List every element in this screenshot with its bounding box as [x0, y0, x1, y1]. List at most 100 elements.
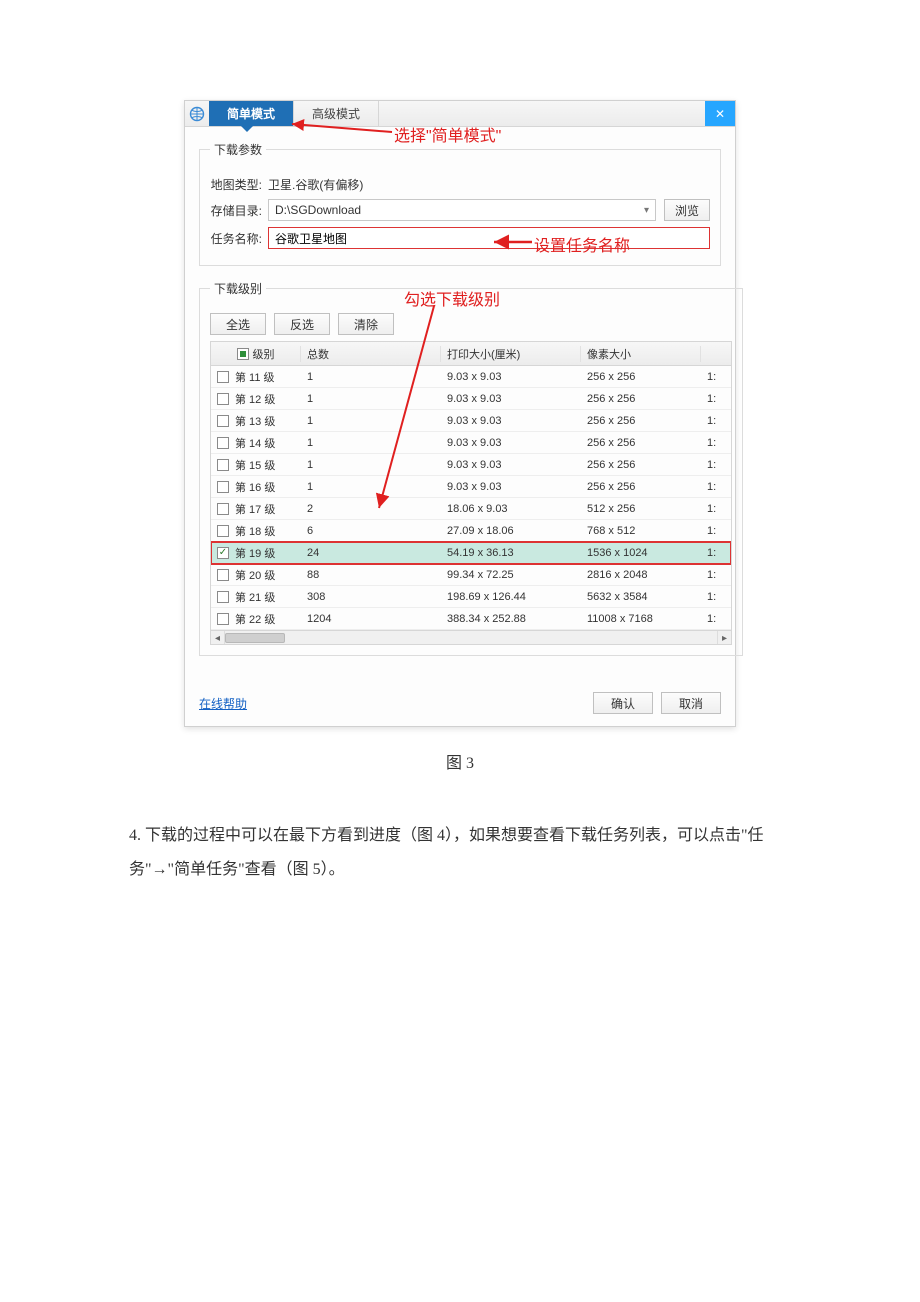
- row-print-size: 9.03 x 9.03: [441, 393, 581, 405]
- table-row[interactable]: 第 13 级19.03 x 9.03256 x 2561:: [211, 410, 731, 432]
- row-print-size: 54.19 x 36.13: [441, 547, 581, 559]
- row-scale: 1:: [701, 437, 731, 449]
- ok-button[interactable]: 确认: [593, 692, 653, 714]
- row-level: 第 19 级: [235, 545, 275, 561]
- table-row[interactable]: 第 15 级19.03 x 9.03256 x 2561:: [211, 454, 731, 476]
- scrollbar-thumb[interactable]: [225, 633, 285, 643]
- row-level: 第 18 级: [235, 523, 275, 539]
- row-count: 308: [301, 591, 441, 603]
- scroll-right-icon[interactable]: ▸: [717, 631, 731, 645]
- row-pixel-size: 768 x 512: [581, 525, 701, 537]
- caret-down-icon: ▾: [644, 205, 649, 216]
- row-checkbox[interactable]: ✓: [217, 547, 229, 559]
- row-pixel-size: 1536 x 1024: [581, 547, 701, 559]
- invert-select-button[interactable]: 反选: [274, 313, 330, 335]
- browse-button[interactable]: 浏览: [664, 199, 710, 221]
- horizontal-scrollbar[interactable]: ◂ ▸: [211, 630, 731, 644]
- row-pixel-size: 256 x 256: [581, 481, 701, 493]
- row-checkbox[interactable]: [217, 525, 229, 537]
- row-pixel-size: 256 x 256: [581, 415, 701, 427]
- row-count: 2: [301, 503, 441, 515]
- row-checkbox[interactable]: [217, 415, 229, 427]
- row-count: 24: [301, 547, 441, 559]
- row-print-size: 9.03 x 9.03: [441, 415, 581, 427]
- row-level: 第 11 级: [235, 369, 275, 385]
- row-level: 第 22 级: [235, 611, 275, 627]
- row-print-size: 198.69 x 126.44: [441, 591, 581, 603]
- table-row[interactable]: 第 17 级218.06 x 9.03512 x 2561:: [211, 498, 731, 520]
- task-name-input[interactable]: [268, 227, 710, 249]
- dialog-footer: 在线帮助 确认 取消: [185, 682, 735, 726]
- row-level: 第 14 级: [235, 435, 275, 451]
- row-pixel-size: 5632 x 3584: [581, 591, 701, 603]
- row-checkbox[interactable]: [217, 591, 229, 603]
- table-row[interactable]: 第 12 级19.03 x 9.03256 x 2561:: [211, 388, 731, 410]
- row-checkbox[interactable]: [217, 437, 229, 449]
- row-level: 第 15 级: [235, 457, 275, 473]
- row-count: 1: [301, 459, 441, 471]
- row-checkbox[interactable]: [217, 503, 229, 515]
- row-count: 1: [301, 481, 441, 493]
- scroll-left-icon[interactable]: ◂: [211, 631, 225, 645]
- table-row[interactable]: 第 22 级1204388.34 x 252.8811008 x 71681:: [211, 608, 731, 630]
- globe-icon: [185, 101, 209, 126]
- table-row[interactable]: 第 18 级 627.09 x 18.06768 x 5121:: [211, 520, 731, 542]
- row-scale: 1:: [701, 393, 731, 405]
- table-row[interactable]: ✓ 第 19 级 2454.19 x 36.131536 x 10241:: [211, 542, 731, 564]
- table-row[interactable]: 第 11 级19.03 x 9.03256 x 2561:: [211, 366, 731, 388]
- cancel-button[interactable]: 取消: [661, 692, 721, 714]
- row-checkbox[interactable]: [217, 481, 229, 493]
- row-pixel-size: 256 x 256: [581, 437, 701, 449]
- table-row[interactable]: 第 21 级308198.69 x 126.445632 x 35841:: [211, 586, 731, 608]
- titlebar: 简单模式 高级模式 ✕: [185, 101, 735, 127]
- row-level: 第 16 级: [235, 479, 275, 495]
- storage-dir-label: 存储目录:: [210, 202, 268, 219]
- tab-simple-mode[interactable]: 简单模式: [209, 101, 294, 126]
- download-levels-legend: 下载级别: [210, 280, 266, 297]
- map-type-label: 地图类型:: [210, 176, 268, 193]
- header-level: 级别: [253, 346, 275, 362]
- row-scale: 1:: [701, 613, 731, 625]
- download-levels-group: 下载级别 全选 反选 清除 级别 总数 打印大小(: [199, 280, 743, 656]
- table-row[interactable]: 第 16 级19.03 x 9.03256 x 2561:: [211, 476, 731, 498]
- row-scale: 1:: [701, 525, 731, 537]
- row-print-size: 9.03 x 9.03: [441, 481, 581, 493]
- row-level: 第 21 级: [235, 589, 275, 605]
- row-print-size: 27.09 x 18.06: [441, 525, 581, 537]
- row-pixel-size: 256 x 256: [581, 459, 701, 471]
- row-checkbox[interactable]: [217, 613, 229, 625]
- row-checkbox[interactable]: [217, 459, 229, 471]
- row-scale: 1:: [701, 503, 731, 515]
- row-pixel-size: 11008 x 7168: [581, 613, 701, 625]
- row-pixel-size: 2816 x 2048: [581, 569, 701, 581]
- row-count: 6: [301, 525, 441, 537]
- storage-dir-combo[interactable]: D:\SGDownload ▾: [268, 199, 656, 221]
- row-checkbox[interactable]: [217, 371, 229, 383]
- header-checkbox[interactable]: [237, 348, 249, 360]
- row-count: 1: [301, 371, 441, 383]
- table-row[interactable]: 第 20 级8899.34 x 72.252816 x 20481:: [211, 564, 731, 586]
- clear-select-button[interactable]: 清除: [338, 313, 394, 335]
- row-scale: 1:: [701, 569, 731, 581]
- online-help-link[interactable]: 在线帮助: [199, 695, 247, 712]
- select-all-button[interactable]: 全选: [210, 313, 266, 335]
- row-checkbox[interactable]: [217, 393, 229, 405]
- download-params-legend: 下载参数: [210, 141, 266, 158]
- table-row[interactable]: 第 14 级19.03 x 9.03256 x 2561:: [211, 432, 731, 454]
- header-count: 总数: [301, 346, 441, 362]
- table-header: 级别 总数 打印大小(厘米) 像素大小: [211, 342, 731, 366]
- row-scale: 1:: [701, 547, 731, 559]
- instruction-paragraph: 4. 下载的过程中可以在最下方看到进度（图 4），如果想要查看下载任务列表，可以…: [129, 819, 791, 886]
- row-print-size: 9.03 x 9.03: [441, 371, 581, 383]
- row-count: 1: [301, 437, 441, 449]
- close-button[interactable]: ✕: [705, 101, 735, 126]
- download-params-group: 下载参数 地图类型: 卫星.谷歌(有偏移) 存储目录: D:\SGDownloa…: [199, 141, 721, 266]
- header-pixel-size: 像素大小: [581, 346, 701, 362]
- row-count: 1: [301, 415, 441, 427]
- row-pixel-size: 256 x 256: [581, 371, 701, 383]
- close-icon: ✕: [715, 107, 725, 121]
- row-count: 1: [301, 393, 441, 405]
- row-checkbox[interactable]: [217, 569, 229, 581]
- tab-advanced-mode[interactable]: 高级模式: [294, 101, 379, 126]
- row-print-size: 99.34 x 72.25: [441, 569, 581, 581]
